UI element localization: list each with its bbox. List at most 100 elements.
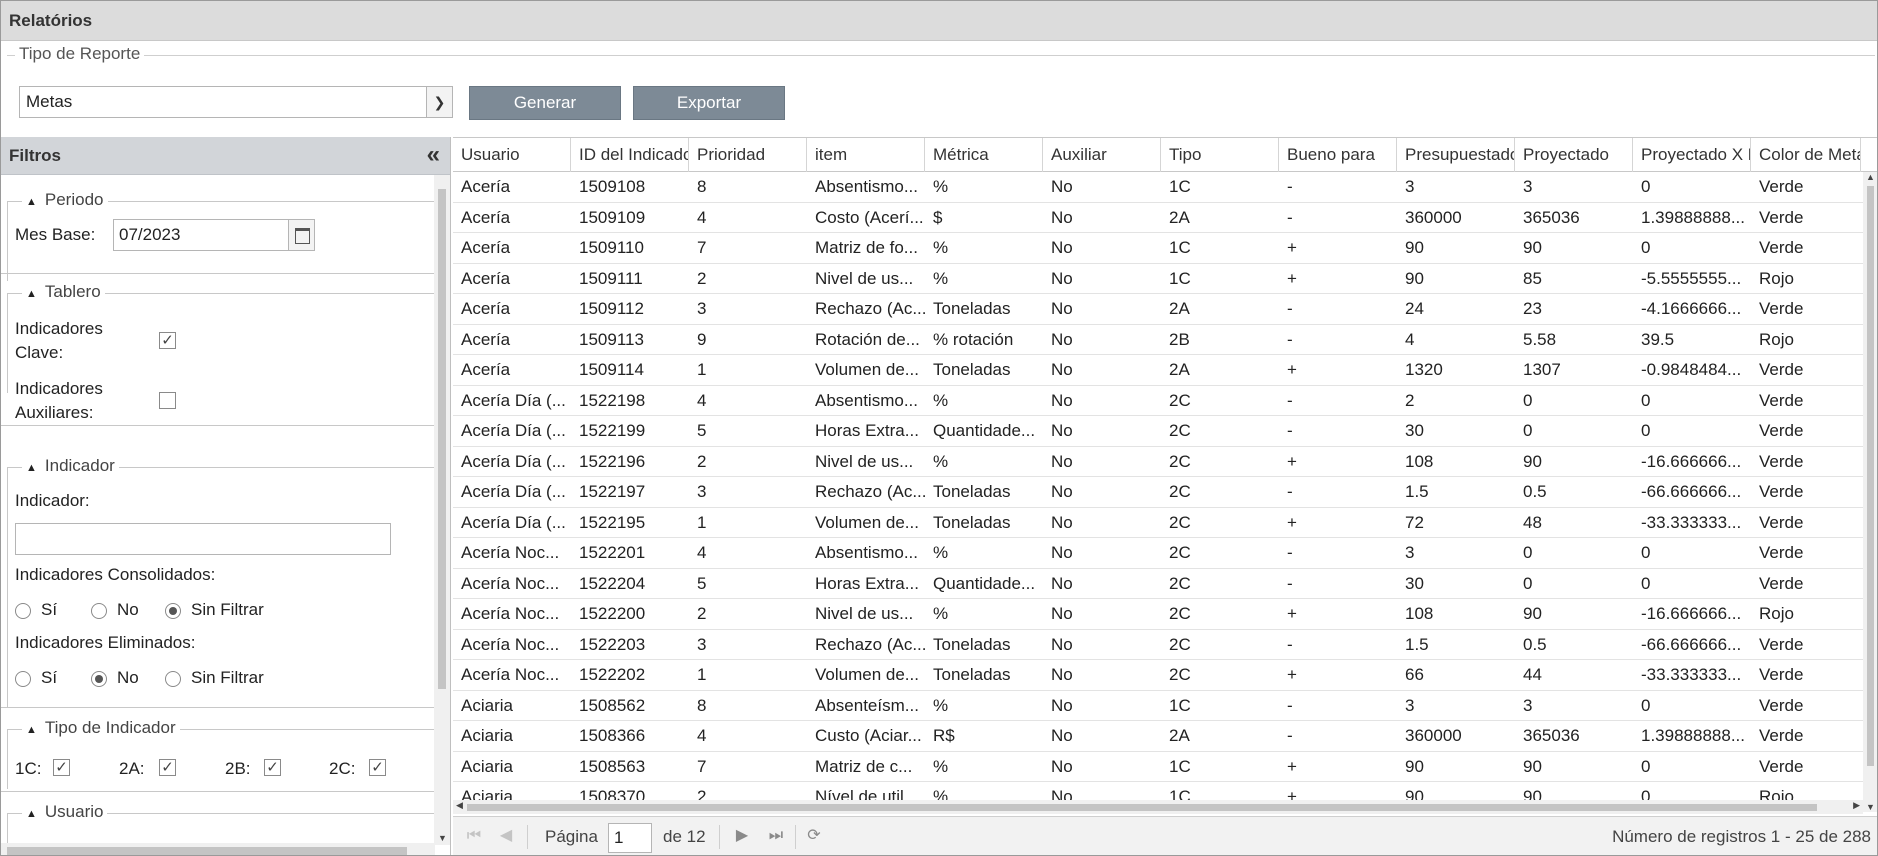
scrollbar-thumb[interactable]	[7, 847, 407, 855]
first-page-icon[interactable]: ⏮	[463, 825, 485, 847]
column-header[interactable]: Métrica	[925, 138, 1043, 172]
page-input[interactable]: 1	[608, 823, 652, 853]
export-button[interactable]: Exportar	[633, 86, 785, 120]
column-header[interactable]: Tipo	[1161, 138, 1279, 172]
collapse-triangle-icon[interactable]: ▲	[26, 808, 37, 820]
scroll-up-icon[interactable]: ▲	[1866, 172, 1875, 182]
filters-vertical-scrollbar[interactable]: ▼	[434, 175, 450, 845]
table-cell: 1	[697, 665, 707, 684]
consolidados-label: Indicadores Consolidados:	[15, 565, 216, 584]
scrollbar-thumb[interactable]	[1867, 186, 1874, 766]
column-header[interactable]: Prioridad	[689, 138, 807, 172]
column-header[interactable]: item	[807, 138, 925, 172]
tipo-1c-checkbox[interactable]: ✓	[53, 759, 70, 776]
tipo-2b-checkbox[interactable]: ✓	[264, 759, 281, 776]
column-header[interactable]: Auxiliar	[1043, 138, 1161, 172]
column-header[interactable]: Proyectado	[1515, 138, 1633, 172]
table-row[interactable]: Acería 1509109 4 Costo (Acerí... $ No 2A - 36000…	[453, 203, 1863, 233]
table-row[interactable]: Acería 1509110 7 Matriz de fo...% No 1C +90 90 0…	[453, 233, 1863, 264]
table-row[interactable]: Acería Día (... 1522197 3 Rechazo (Ac... Ton…	[453, 477, 1863, 508]
table-row[interactable]: Acería Día (... 1522198 4 Absentismo...% No 2…	[453, 386, 1863, 416]
column-header[interactable]: Color de Meta	[1751, 138, 1861, 172]
grid-horizontal-scrollbar[interactable]: ◀ ▶	[453, 800, 1863, 814]
scrollbar-thumb[interactable]	[438, 189, 446, 689]
consolidados-sin-radio[interactable]	[165, 603, 181, 619]
eliminados-no-radio[interactable]	[91, 671, 107, 687]
scrollbar-thumb[interactable]	[467, 804, 1817, 811]
table-cell: Verde	[1759, 207, 1804, 227]
consolidados-si-radio[interactable]	[15, 603, 31, 619]
tipo-2a-checkbox[interactable]: ✓	[159, 759, 176, 776]
table-row[interactable]: Acería 1509112 3 Rechazo (Ac... Toneladas No 2…	[453, 294, 1863, 325]
table-row[interactable]: Acería 1509111 2 Nivel de us...% No 1C +90 85 -5…	[453, 264, 1863, 294]
calendar-icon[interactable]	[288, 220, 314, 250]
column-header[interactable]: Presupuestado	[1397, 138, 1515, 172]
table-cell: 2C	[1169, 665, 1191, 684]
table-row[interactable]: Aciaria 1508562 8 Absenteísm...% No 1C - 3 3 0 Ver…	[453, 691, 1863, 721]
table-cell: Aciaria	[461, 695, 513, 715]
table-cell: Verde	[1759, 512, 1804, 532]
scroll-left-icon[interactable]: ◀	[456, 800, 463, 811]
column-header[interactable]: Bueno para	[1279, 138, 1397, 172]
column-header[interactable]: Usuario	[453, 138, 571, 172]
table-cell: Rechazo (Ac...	[815, 634, 925, 654]
next-page-icon[interactable]: ▶	[731, 825, 753, 847]
scroll-down-icon[interactable]: ▼	[438, 833, 447, 843]
divider	[795, 825, 796, 849]
eliminados-sin-radio[interactable]	[165, 671, 181, 687]
table-cell: 0	[1641, 421, 1651, 440]
column-header[interactable]: Proyectado X Presupuestado	[1633, 138, 1751, 172]
table-cell: No	[1051, 634, 1073, 654]
report-type-select[interactable]: Metas ❯	[19, 86, 453, 118]
eliminados-si-radio[interactable]	[15, 671, 31, 687]
chevron-down-icon[interactable]: ❯	[426, 87, 452, 117]
periodo-legend[interactable]: ▲ Periodo	[22, 190, 108, 210]
table-row[interactable]: Acería Día (... 1522199 5 Horas Extra... Qua…	[453, 416, 1863, 447]
collapse-triangle-icon[interactable]: ▲	[26, 288, 37, 300]
table-row[interactable]: Acería Día (... 1522195 1 Volumen de... Tone…	[453, 508, 1863, 538]
consolidados-no-radio[interactable]	[91, 603, 107, 619]
filters-horizontal-scrollbar[interactable]	[1, 843, 435, 855]
refresh-icon[interactable]: ⟳	[803, 825, 825, 847]
table-row[interactable]: Aciaria 1508366 4 Custo (Aciar... R$ No 2A - 360…	[453, 721, 1863, 752]
tipo-2c-checkbox[interactable]: ✓	[369, 759, 386, 776]
table-row[interactable]: Acería 1509114 1 Volumen de... Toneladas No 2A…	[453, 355, 1863, 386]
generate-button[interactable]: Generar	[469, 86, 621, 120]
table-cell: %	[933, 695, 949, 715]
table-row[interactable]: Acería Noc... 1522201 4 Absentismo...% No 2C -…	[453, 538, 1863, 569]
table-cell: 90	[1523, 451, 1542, 471]
indicador-legend[interactable]: ▲ Indicador	[22, 456, 119, 476]
indicador-input[interactable]	[15, 523, 391, 555]
usuario-legend[interactable]: ▲ Usuario	[22, 802, 108, 822]
last-page-icon[interactable]: ⏭	[765, 825, 787, 847]
collapse-triangle-icon[interactable]: ▲	[26, 196, 37, 208]
table-row[interactable]: Acería Día (... 1522196 2 Nivel de us...% No…	[453, 447, 1863, 477]
grid-vertical-scrollbar[interactable]: ▲ ▼	[1863, 172, 1877, 812]
table-cell: No	[1051, 238, 1073, 257]
prev-page-icon[interactable]: ◀	[495, 825, 517, 847]
tipo-legend[interactable]: ▲ Tipo de Indicador	[22, 718, 180, 738]
mes-base-input[interactable]: 07/2023	[113, 219, 315, 251]
column-header[interactable]: ID del Indicador	[571, 138, 689, 172]
table-row[interactable]: Acería Noc... 1522204 5 Horas Extra... Quant…	[453, 569, 1863, 599]
table-cell: Verde	[1759, 299, 1804, 318]
tablero-legend[interactable]: ▲ Tablero	[22, 282, 105, 302]
scroll-right-icon[interactable]: ▶	[1853, 800, 1860, 811]
table-row[interactable]: Acería 1509113 9 Rotación de... % rotación No…	[453, 325, 1863, 355]
collapse-triangle-icon[interactable]: ▲	[26, 724, 37, 736]
table-cell: -	[1287, 726, 1293, 745]
table-cell: -66.666666...	[1641, 634, 1742, 654]
clave-checkbox[interactable]: ✓	[159, 332, 176, 349]
table-row[interactable]: Aciaria 1508563 7 Matriz de c...% No 1C +90 90 0…	[453, 752, 1863, 782]
table-row[interactable]: Acería Noc... 1522203 3 Rechazo (Ac... Tonel…	[453, 630, 1863, 660]
collapse-triangle-icon[interactable]: ▲	[26, 462, 37, 474]
table-row[interactable]: Acería 1509108 8 Absentismo...% No 1C - 3 3 0 Verd…	[453, 172, 1863, 203]
table-row[interactable]: Acería Noc... 1522200 2 Nivel de us...% No 2C…	[453, 599, 1863, 630]
collapse-icon[interactable]: «	[427, 137, 440, 173]
table-cell: -	[1287, 329, 1293, 349]
table-cell: 4	[697, 726, 707, 745]
aux-checkbox[interactable]	[159, 392, 176, 409]
table-cell: Acería Noc...	[461, 604, 560, 623]
scroll-down-icon[interactable]: ▼	[1866, 802, 1875, 812]
table-row[interactable]: Acería Noc... 1522202 1 Volumen de... Tonela…	[453, 660, 1863, 691]
